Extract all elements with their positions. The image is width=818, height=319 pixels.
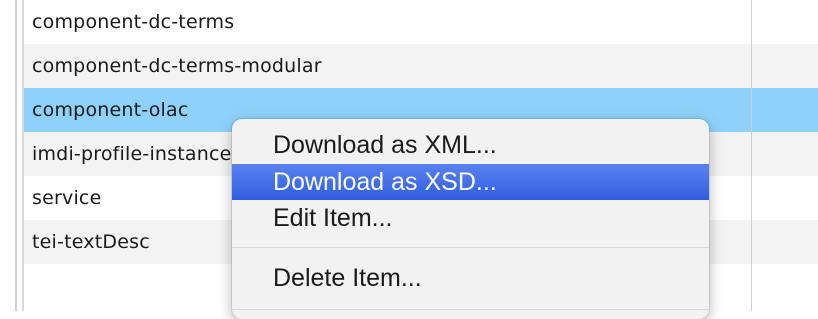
- menu-item-download-xml[interactable]: Download as XML...: [232, 127, 709, 163]
- table-row-component-dc-terms[interactable]: component-dc-terms: [24, 0, 818, 44]
- menu-item-edit-item[interactable]: Edit Item...: [232, 200, 709, 236]
- menu-item-download-xsd[interactable]: Download as XSD...: [232, 164, 709, 200]
- table-left-border: [15, 0, 17, 311]
- context-menu: Download as XML... Download as XSD... Ed…: [232, 119, 709, 319]
- menu-separator-bottom: [232, 309, 709, 310]
- column-divider[interactable]: [751, 0, 752, 311]
- menu-item-delete-item[interactable]: Delete Item...: [232, 260, 709, 296]
- table-row-component-dc-terms-modular[interactable]: component-dc-terms-modular: [24, 44, 818, 88]
- menu-separator: [232, 247, 709, 248]
